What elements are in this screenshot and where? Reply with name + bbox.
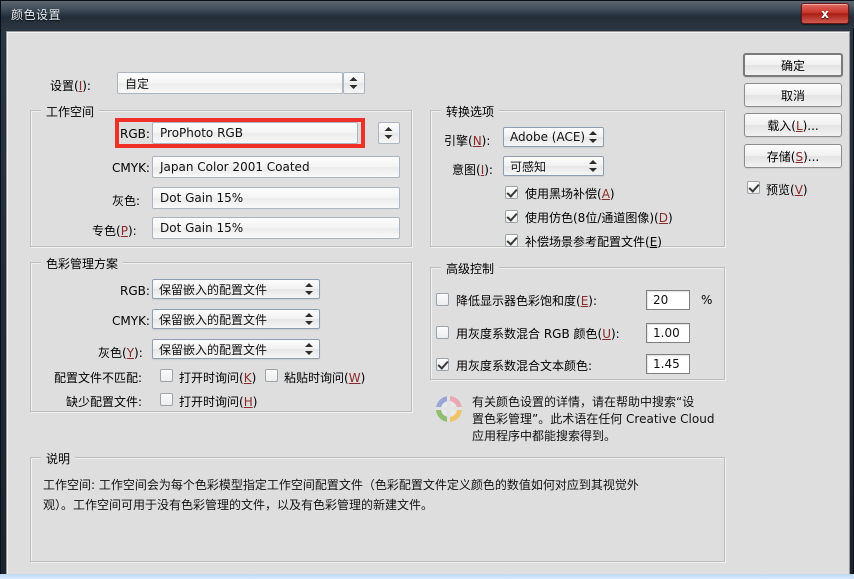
ws-cmyk-label: CMYK: [112, 161, 150, 175]
cp-gray-label: 灰色(Y): [98, 346, 143, 360]
close-button[interactable]: x [801, 3, 849, 24]
title-bar: 颜色设置 x [1, 1, 854, 28]
save-button[interactable]: 存储(S)... [744, 144, 842, 168]
color-settings-dialog: 颜色设置 x 设置(I): 自定 工作空间 RGB: ProPhoto RGB … [0, 0, 854, 579]
mismatch-ask-paste-checkbox[interactable] [265, 369, 278, 382]
color-policies-title: 色彩管理方案 [41, 255, 124, 272]
working-spaces-title: 工作空间 [41, 103, 100, 120]
description-line-1: 工作空间: 工作空间会为每个色彩模型指定工作空间配置文件（色彩配置文件定义颜色的… [43, 478, 639, 492]
cancel-button-label: 取消 [780, 88, 805, 103]
advanced-controls-title: 高级控制 [441, 260, 500, 277]
ok-button-label: 确定 [780, 58, 805, 73]
blend-text-gamma-checkbox[interactable] [436, 358, 449, 371]
help-text: 有关颜色设置的详情，请在帮助中搜索“设 置色彩管理”。此术语在任何 Creati… [472, 394, 722, 445]
engine-value: Adobe (ACE) [510, 130, 586, 144]
cmyk-working-space-combo[interactable]: Japan Color 2001 Coated [152, 156, 400, 178]
engine-label: 引擎(N): [444, 134, 491, 148]
desktop-bottom-sliver [0, 574, 854, 579]
mismatch-ask-open-label: 打开时询问(K) [179, 371, 257, 385]
policy-cmyk-combo[interactable]: 保留嵌入的配置文件 [152, 309, 320, 329]
conversion-options-title: 转换选项 [441, 103, 500, 120]
use-dither-checkbox[interactable] [505, 210, 518, 223]
blend-rgb-gamma-label: 用灰度系数混合 RGB 颜色(U): [456, 327, 620, 341]
intent-combo[interactable]: 可感知 [503, 156, 604, 176]
close-icon: x [821, 6, 829, 21]
missing-ask-open-label: 打开时询问(H) [179, 395, 258, 409]
desaturate-monitor-checkbox[interactable] [436, 293, 449, 306]
percent-suffix: % [701, 293, 713, 307]
cp-cmyk-value: 保留嵌入的配置文件 [159, 312, 268, 327]
intent-label: 意图(I): [452, 163, 493, 177]
cp-cmyk-label: CMYK: [112, 314, 150, 328]
load-button[interactable]: 载入(L)... [744, 113, 842, 137]
color-wheel-icon [436, 396, 462, 422]
blend-rgb-gamma-field[interactable]: 1.00 [646, 323, 690, 343]
settings-combo[interactable]: 自定 [117, 72, 343, 94]
preview-label: 预览(V) [766, 183, 808, 197]
blend-rgb-gamma-checkbox[interactable] [436, 326, 449, 339]
help-line-3: 应用程序中都能搜索得到。 [472, 429, 617, 443]
cp-rgb-label: RGB: [120, 284, 150, 298]
spot-working-space-combo[interactable]: Dot Gain 15% [152, 217, 400, 239]
desaturate-monitor-value: 20 [653, 293, 669, 307]
load-button-label: 载入(L)... [767, 118, 819, 133]
policy-gray-combo[interactable]: 保留嵌入的配置文件 [152, 339, 320, 359]
preview-checkbox[interactable] [747, 181, 760, 194]
black-point-compensation-checkbox[interactable] [505, 186, 518, 199]
ws-rgb-value: ProPhoto RGB [160, 126, 243, 140]
titlebar-sheen [1, 1, 854, 13]
settings-label: 设置(I): [50, 79, 91, 93]
cp-gray-value: 保留嵌入的配置文件 [159, 342, 268, 357]
ws-rgb-spinner[interactable] [378, 122, 400, 144]
scene-referred-profiles-checkbox[interactable] [505, 234, 518, 247]
help-line-1: 有关颜色设置的详情，请在帮助中搜索“设 [472, 395, 695, 409]
rgb-working-space-combo[interactable]: ProPhoto RGB [152, 122, 358, 144]
ws-spot-label: 专色(P): [92, 224, 137, 238]
desaturate-monitor-label: 降低显示器色彩饱和度(E): [456, 294, 598, 308]
scene-referred-profiles-label: 补偿场景参考配置文件(E) [525, 235, 662, 249]
engine-combo[interactable]: Adobe (ACE) [503, 127, 604, 147]
blend-text-gamma-label: 用灰度系数混合文本颜色: [456, 359, 593, 373]
ws-gray-label: 灰色: [112, 194, 141, 208]
intent-value: 可感知 [510, 159, 547, 174]
ws-rgb-label: RGB: [120, 127, 150, 141]
settings-combo-spinner[interactable] [343, 72, 365, 94]
blend-text-gamma-field[interactable]: 1.45 [646, 354, 690, 374]
profile-mismatch-label: 配置文件不匹配: [54, 371, 143, 385]
cancel-button[interactable]: 取消 [744, 83, 842, 107]
dialog-client-area: 设置(I): 自定 工作空间 RGB: ProPhoto RGB CMYK: J… [6, 31, 850, 575]
profile-missing-label: 缺少配置文件: [66, 395, 143, 409]
settings-combo-value: 自定 [125, 76, 150, 91]
policy-rgb-combo[interactable]: 保留嵌入的配置文件 [152, 279, 320, 299]
ws-spot-value: Dot Gain 15% [160, 221, 244, 235]
description-title: 说明 [41, 450, 76, 467]
help-line-2: 置色彩管理”。此术语在任何 Creative Cloud [472, 412, 715, 426]
gray-working-space-combo[interactable]: Dot Gain 15% [152, 187, 400, 209]
mismatch-ask-open-checkbox[interactable] [160, 369, 173, 382]
window-title: 颜色设置 [11, 8, 62, 22]
desaturate-monitor-field[interactable]: 20 [646, 290, 690, 310]
description-body: 工作空间: 工作空间会为每个色彩模型指定工作空间配置文件（色彩配置文件定义颜色的… [43, 475, 715, 515]
cp-rgb-value: 保留嵌入的配置文件 [159, 282, 268, 297]
description-line-2: 观）。工作空间可用于没有色彩管理的文件，以及有色彩管理的新建文件。 [43, 498, 434, 512]
ws-gray-value: Dot Gain 15% [160, 191, 244, 205]
save-button-label: 存储(S)... [766, 149, 820, 164]
black-point-compensation-label: 使用黑场补偿(A) [525, 187, 615, 201]
blend-text-gamma-value: 1.45 [653, 357, 680, 371]
use-dither-label: 使用仿色(8位/通道图像)(D) [525, 211, 673, 225]
ws-cmyk-value: Japan Color 2001 Coated [160, 160, 310, 174]
blend-rgb-gamma-value: 1.00 [653, 326, 680, 340]
mismatch-ask-paste-label: 粘贴时询问(W) [284, 371, 366, 385]
missing-ask-open-checkbox[interactable] [160, 393, 173, 406]
ok-button[interactable]: 确定 [743, 53, 843, 77]
